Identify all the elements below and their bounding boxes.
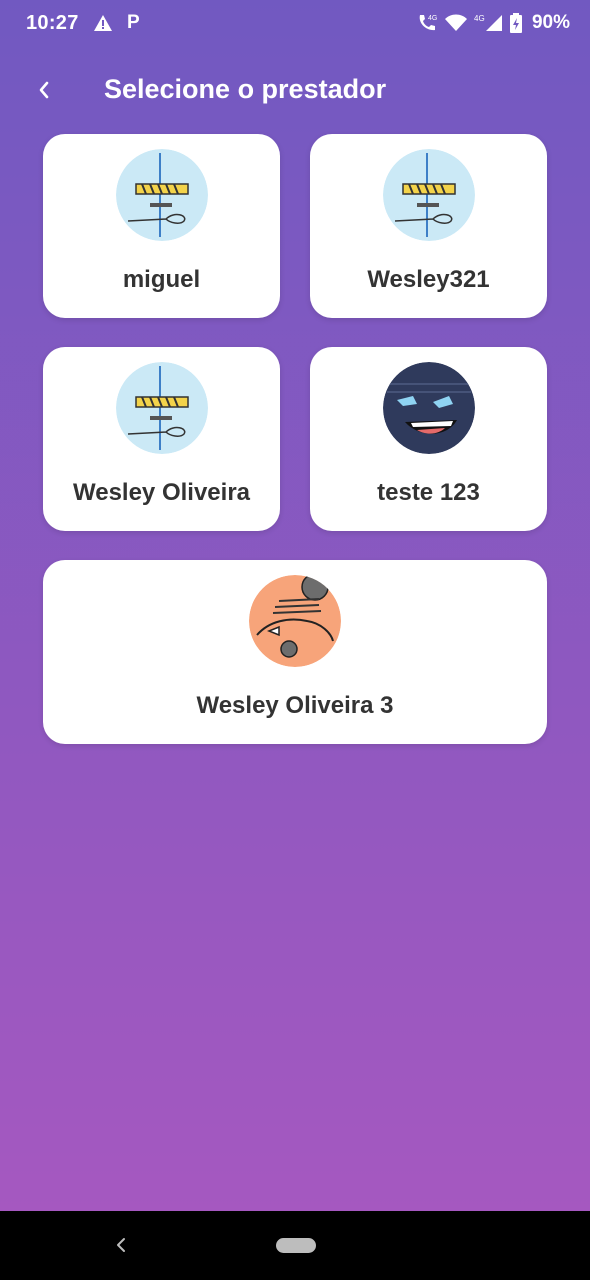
battery-percentage: 90%: [531, 12, 570, 33]
avatar: [249, 575, 341, 667]
provider-card[interactable]: teste 123: [310, 347, 547, 531]
provider-card[interactable]: Wesley Oliveira 3: [43, 560, 547, 744]
warning-icon: [94, 15, 112, 31]
page-title: Selecione o prestador: [104, 74, 387, 104]
provider-name: Wesley Oliveira: [73, 479, 250, 506]
avatar: [382, 149, 475, 241]
avatar: [382, 362, 475, 454]
svg-text:4G: 4G: [474, 14, 485, 23]
battery-icon: [509, 13, 522, 33]
p-icon: P: [127, 12, 140, 33]
wifi-icon: [444, 14, 467, 31]
signal-icon: 4G: [474, 14, 502, 31]
provider-name: Wesley Oliveira 3: [196, 692, 394, 719]
avatar: [115, 362, 208, 454]
svg-text:4G: 4G: [428, 15, 437, 22]
status-bar: 10:27 P 4G 4G 90%: [0, 0, 590, 48]
header: Selecione o prestador: [0, 60, 590, 120]
call-icon: 4G: [419, 15, 437, 31]
provider-card[interactable]: miguel: [43, 134, 280, 318]
nav-back-icon[interactable]: [110, 1233, 134, 1257]
status-time: 10:27: [26, 12, 79, 34]
provider-card[interactable]: Wesley Oliveira: [43, 347, 280, 531]
status-icons: 4G 4G 90%: [416, 12, 570, 34]
provider-name: Wesley321: [367, 266, 490, 293]
provider-card[interactable]: Wesley321: [310, 134, 547, 318]
avatar: [115, 149, 208, 241]
back-button[interactable]: [26, 72, 62, 108]
provider-grid: miguel Wesley321 Wesley Oliveira teste 1…: [43, 134, 547, 744]
nav-home-pill[interactable]: [276, 1238, 316, 1253]
chevron-left-icon: [39, 81, 49, 99]
system-nav-bar: [0, 1211, 590, 1280]
provider-name: teste 123: [377, 479, 480, 506]
provider-name: miguel: [122, 266, 201, 293]
